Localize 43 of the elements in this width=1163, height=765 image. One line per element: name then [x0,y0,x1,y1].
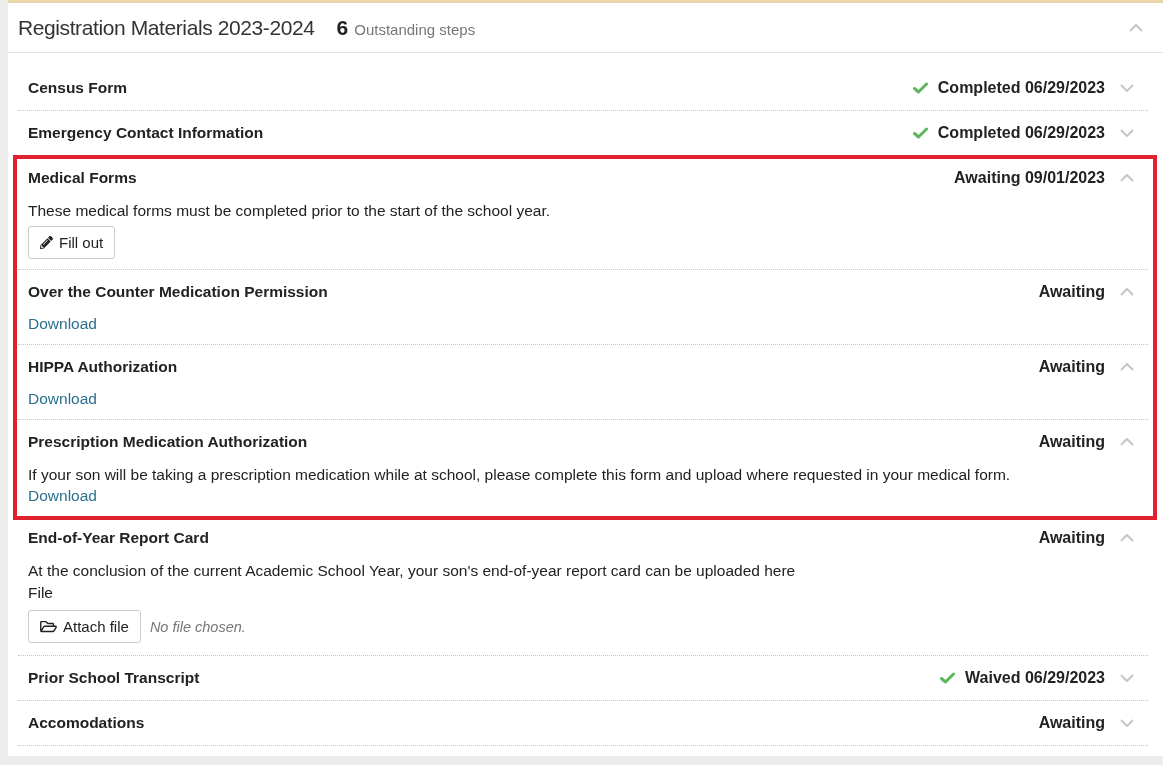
fill-out-button[interactable]: Fill out [28,226,116,259]
chevron-up-icon[interactable] [1120,438,1134,446]
step-description: If your son will be taking a prescription medication while at school, please complete this form and upload where requested in your medical form. [28,465,1012,485]
step-status: Awaiting [1038,529,1105,547]
step-title: Over the Counter Medication Permission [28,283,328,301]
outstanding-count: 6 [336,15,349,40]
download-link[interactable]: Download [28,315,97,332]
step-title: Prior School Transcript [28,669,200,687]
step-title: End-of-Year Report Card [28,529,209,547]
step-title: HIPPA Authorization [28,358,178,376]
chevron-down-icon[interactable] [1120,674,1134,682]
download-link[interactable]: Download [28,487,97,504]
folder-icon [40,619,57,634]
step-status: Awaiting 09/01/2023 [954,169,1105,187]
step-status: Awaiting [1038,358,1105,376]
step-title: Census Form [28,79,128,97]
step-status: Awaiting [1038,433,1105,451]
step-status: Completed 06/29/2023 [937,79,1105,97]
step-title: Accomodations [28,714,145,732]
step-status: Awaiting [1038,283,1105,301]
field-label: File [28,583,54,603]
step-title: Emergency Contact Information [28,124,264,142]
panel-title: Registration Materials 2023-2024 [18,15,315,40]
attach-file-button[interactable]: Attach file [28,610,141,643]
step-title: Medical Forms [28,169,137,187]
step-status: Completed 06/29/2023 [937,124,1105,142]
chevron-up-icon[interactable] [1120,288,1134,296]
step-status: Awaiting [1038,714,1105,732]
chevron-down-icon[interactable] [1120,84,1134,92]
chevron-up-icon[interactable] [1129,23,1143,32]
step-title: Prescription Medication Authorization [28,433,308,451]
file-status: No file chosen. [149,618,246,635]
step-description: At the conclusion of the current Academic School Year, your son's end-of-year report card can be uploaded here [28,561,797,581]
chevron-up-icon[interactable] [1120,534,1134,542]
step-description: These medical forms must be completed prior to the start of the school year. [28,201,552,221]
chevron-down-icon[interactable] [1120,719,1134,727]
chevron-up-icon[interactable] [1120,363,1134,371]
outstanding-label: Outstanding steps [354,20,476,38]
download-link[interactable]: Download [28,390,97,407]
chevron-up-icon[interactable] [1120,174,1134,182]
pencil-icon [40,236,53,249]
chevron-down-icon[interactable] [1120,129,1134,137]
step-status: Waived 06/29/2023 [965,669,1105,687]
